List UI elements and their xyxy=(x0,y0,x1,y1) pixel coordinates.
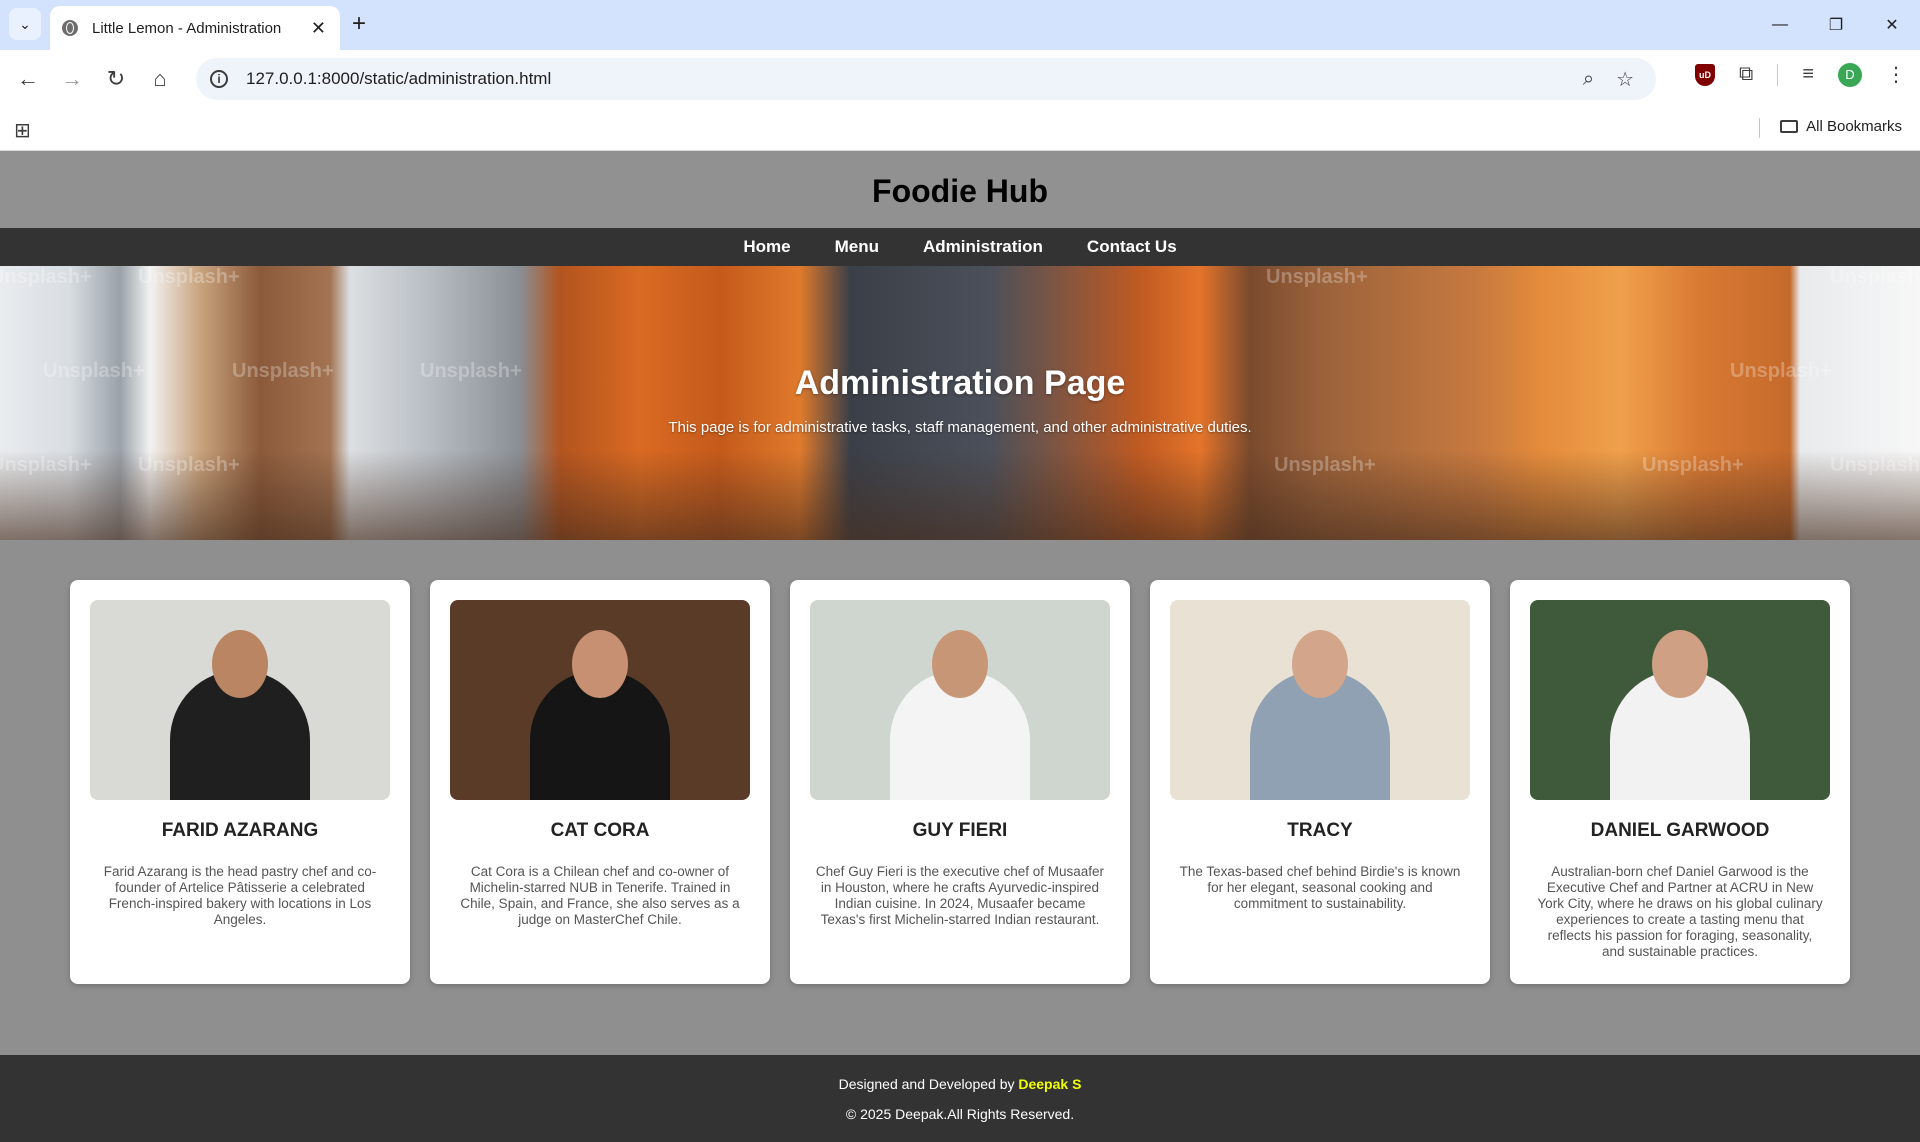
chef-card: CAT CORA Cat Cora is a Chilean chef and … xyxy=(430,580,770,984)
all-bookmarks-button[interactable]: All Bookmarks xyxy=(1780,118,1902,135)
nav-home-link[interactable]: Home xyxy=(743,237,790,257)
chef-photo xyxy=(810,600,1110,800)
minimize-button[interactable]: — xyxy=(1752,0,1808,50)
site-title: Foodie Hub xyxy=(872,173,1048,209)
chef-card: GUY FIERI Chef Guy Fieri is the executiv… xyxy=(790,580,1130,984)
site-header: Foodie Hub xyxy=(0,151,1920,228)
restore-button[interactable]: ❐ xyxy=(1808,0,1864,50)
extensions-area: uD ⧉ ≡ D ⋮ xyxy=(1695,62,1906,87)
bookmarks-divider xyxy=(1759,118,1760,138)
home-button[interactable]: ⌂ xyxy=(138,66,182,92)
chef-card: TRACY The Texas-based chef behind Birdie… xyxy=(1150,580,1490,984)
all-bookmarks-label: All Bookmarks xyxy=(1806,118,1902,135)
tab-title: Little Lemon - Administration xyxy=(92,19,282,37)
chef-head-shape xyxy=(932,630,988,698)
toolbar-divider xyxy=(1777,63,1779,86)
site-footer: Designed and Developed by Deepak S © 202… xyxy=(0,1055,1920,1142)
chevron-down-icon: ⌄ xyxy=(19,15,31,32)
address-bar[interactable]: i 127.0.0.1:8000/static/administration.h… xyxy=(196,58,1656,100)
nav-menu-link[interactable]: Menu xyxy=(835,237,879,257)
nav-administration-link[interactable]: Administration xyxy=(923,237,1043,257)
chef-head-shape xyxy=(1292,630,1348,698)
reload-button[interactable]: ↻ xyxy=(94,66,138,92)
hero-title: Administration Page xyxy=(794,364,1126,402)
zoom-icon[interactable]: ⌕ xyxy=(1583,68,1594,91)
footer-credit: Designed and Developed by Deepak S xyxy=(839,1076,1082,1092)
footer-copyright: © 2025 Deepak.All Rights Reserved. xyxy=(845,1105,1075,1122)
close-tab-icon[interactable]: ✕ xyxy=(311,18,326,39)
chef-name: DANIEL GARWOOD xyxy=(1590,820,1770,841)
chef-card-list: FARID AZARANG Farid Azarang is the head … xyxy=(70,580,1850,984)
chef-bio: The Texas-based chef behind Birdie's is … xyxy=(1179,864,1461,911)
hero-banner: Unsplash+ Unsplash+ Unsplash+ Unsplash+ … xyxy=(0,266,1920,540)
hero-content: Administration Page This page is for adm… xyxy=(0,266,1920,540)
apps-grid-icon[interactable]: ⊞ xyxy=(14,118,31,143)
chef-bio: Cat Cora is a Chilean chef and co-owner … xyxy=(460,864,740,927)
chef-card: FARID AZARANG Farid Azarang is the head … xyxy=(70,580,410,984)
forward-button[interactable]: → xyxy=(50,66,94,92)
chef-photo xyxy=(1170,600,1470,800)
window-controls: — ❐ ✕ xyxy=(1752,0,1920,50)
chef-bio: Farid Azarang is the head pastry chef an… xyxy=(103,864,377,927)
footer-designer-name: Deepak S xyxy=(1018,1075,1082,1092)
chef-bio: Australian-born chef Daniel Garwood is t… xyxy=(1537,864,1823,959)
globe-icon xyxy=(62,20,78,36)
ublock-extension-icon[interactable]: uD xyxy=(1695,63,1716,86)
bookmarks-bar: ⊞ All Bookmarks xyxy=(0,108,1920,151)
browser-tab-active[interactable]: Little Lemon - Administration ✕ xyxy=(50,6,340,50)
hero-subtitle: This page is for administrative tasks, s… xyxy=(668,419,1252,436)
chefs-section: FARID AZARANG Farid Azarang is the head … xyxy=(0,540,1920,1055)
folder-icon xyxy=(1780,120,1799,133)
chef-photo xyxy=(450,600,750,800)
url-text[interactable]: 127.0.0.1:8000/static/administration.htm… xyxy=(246,69,1583,89)
chef-head-shape xyxy=(572,630,628,698)
extensions-puzzle-icon[interactable]: ⧉ xyxy=(1739,63,1753,86)
browser-toolbar: ← → ↻ ⌂ i 127.0.0.1:8000/static/administ… xyxy=(0,50,1920,108)
close-window-button[interactable]: ✕ xyxy=(1864,0,1920,50)
tab-search-button[interactable]: ⌄ xyxy=(9,8,41,40)
site-info-icon[interactable]: i xyxy=(210,70,228,88)
chef-photo xyxy=(90,600,390,800)
chef-head-shape xyxy=(212,630,268,698)
chef-photo xyxy=(1530,600,1830,800)
browser-tab-strip: ⌄ Little Lemon - Administration ✕ + — ❐ … xyxy=(0,0,1920,50)
back-button[interactable]: ← xyxy=(6,66,50,92)
profile-avatar[interactable]: D xyxy=(1838,62,1862,87)
chef-bio: Chef Guy Fieri is the executive chef of … xyxy=(815,864,1105,927)
chef-name: GUY FIERI xyxy=(912,820,1008,841)
new-tab-button[interactable]: + xyxy=(352,10,366,38)
nav-contact-link[interactable]: Contact Us xyxy=(1087,237,1177,257)
bookmark-star-icon[interactable]: ☆ xyxy=(1616,67,1634,92)
chef-card: DANIEL GARWOOD Australian-born chef Dani… xyxy=(1510,580,1850,984)
footer-credit-prefix: Designed and Developed by xyxy=(838,1075,1015,1092)
chef-name: FARID AZARANG xyxy=(161,820,319,841)
site-nav: Home Menu Administration Contact Us xyxy=(0,228,1920,266)
chef-name: TRACY xyxy=(1287,820,1353,841)
more-menu-icon[interactable]: ⋮ xyxy=(1886,62,1906,87)
media-control-icon[interactable]: ≡ xyxy=(1802,63,1814,86)
chef-head-shape xyxy=(1652,630,1708,698)
chef-name: CAT CORA xyxy=(550,820,650,841)
